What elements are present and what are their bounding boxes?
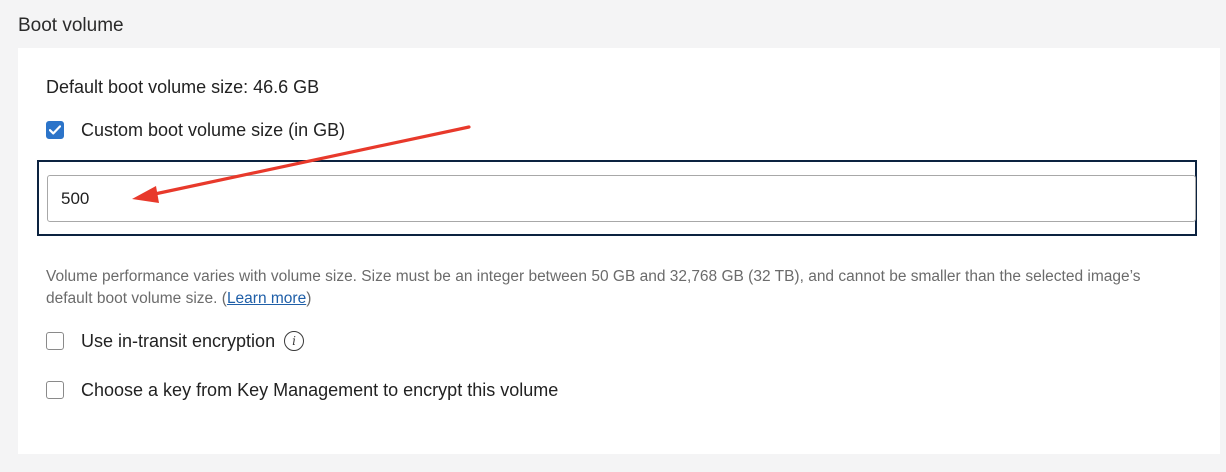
in-transit-encryption-option[interactable]: Use in-transit encryption i [46, 330, 305, 352]
key-management-label: Choose a key from Key Management to encr… [81, 380, 559, 400]
section-title: Boot volume [18, 15, 124, 36]
volume-size-help-text: Volume performance varies with volume si… [46, 266, 1166, 310]
help-open-paren: ( [217, 290, 227, 307]
custom-boot-volume-size-option[interactable]: Custom boot volume size (in GB) [46, 119, 345, 141]
custom-boot-volume-size-checkbox[interactable] [46, 121, 64, 139]
boot-volume-panel: Default boot volume size: 46.6 GB Custom… [18, 48, 1220, 454]
boot-volume-size-input[interactable] [47, 175, 1196, 222]
checkmark-icon [49, 125, 61, 135]
help-text-body: Volume performance varies with volume si… [46, 268, 1141, 307]
default-boot-volume-size: Default boot volume size: 46.6 GB [46, 77, 320, 97]
custom-boot-volume-size-label: Custom boot volume size (in GB) [81, 120, 346, 140]
in-transit-encryption-label: Use in-transit encryption [81, 331, 276, 351]
learn-more-link[interactable]: Learn more [227, 290, 306, 307]
info-icon[interactable]: i [284, 331, 305, 351]
help-close-paren: ) [306, 290, 312, 307]
key-management-checkbox[interactable] [46, 381, 64, 399]
in-transit-encryption-checkbox[interactable] [46, 332, 64, 350]
key-management-option[interactable]: Choose a key from Key Management to encr… [46, 379, 558, 401]
